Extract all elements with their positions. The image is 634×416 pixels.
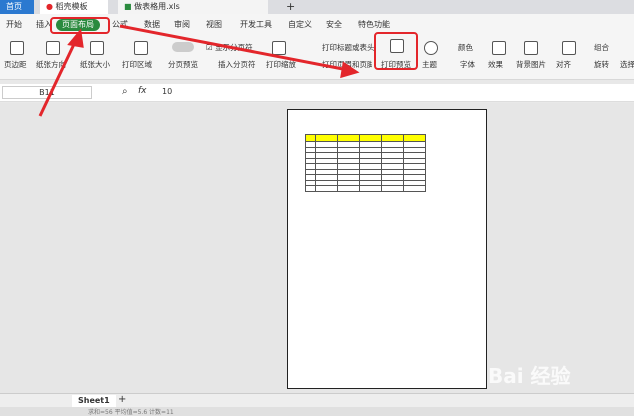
annotation-arrows — [38, 24, 360, 117]
watermark: Bai 经验 — [488, 364, 571, 388]
sheet-tab-bar: Sheet1 + — [0, 393, 634, 407]
status-bar: 求和=56 平均值=5.6 计数=11 — [0, 407, 634, 416]
status-text: 求和=56 平均值=5.6 计数=11 — [88, 409, 174, 416]
add-sheet-button[interactable]: + — [118, 394, 126, 405]
sheet-tab[interactable]: Sheet1 — [72, 395, 116, 407]
